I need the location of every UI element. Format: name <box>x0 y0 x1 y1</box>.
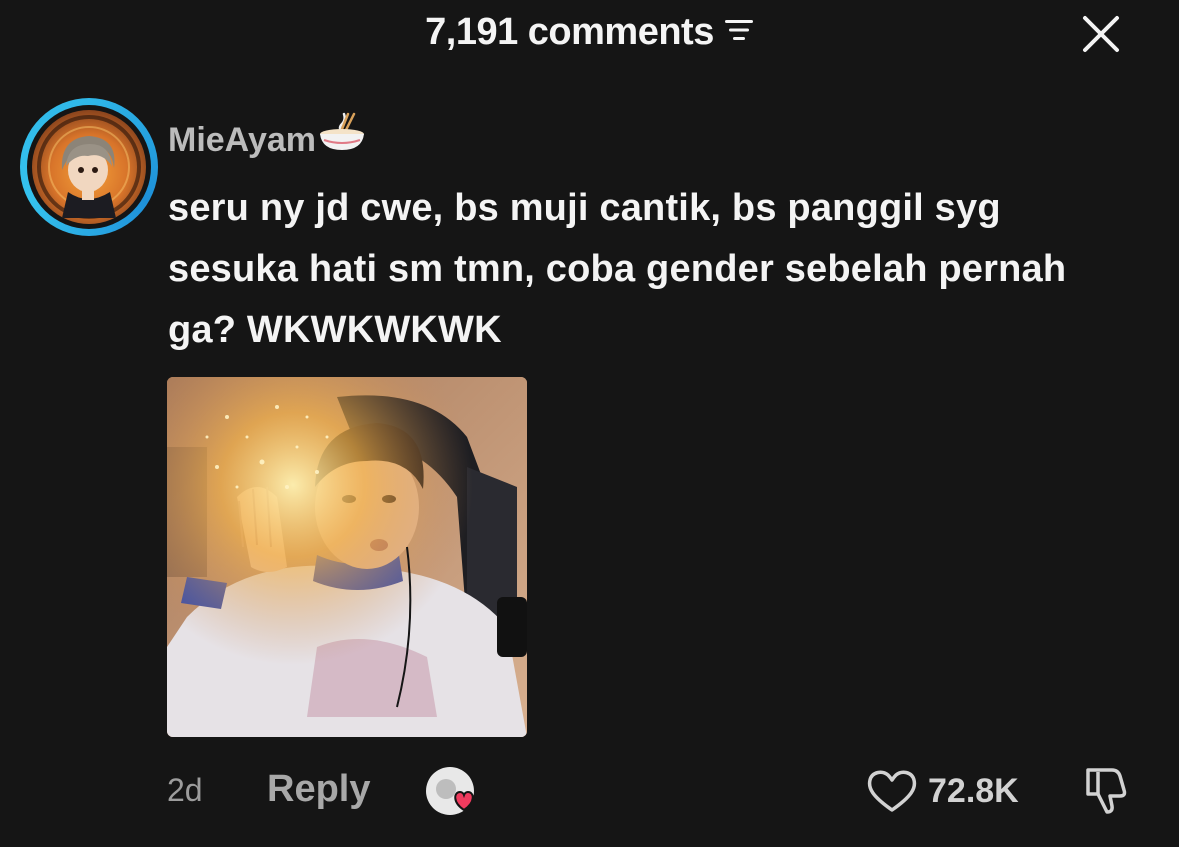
reply-button[interactable]: Reply <box>267 768 370 811</box>
thumbs-down-icon <box>1086 768 1127 814</box>
comment-username[interactable]: MieAyam <box>168 112 366 161</box>
comments-count-title: 7,191 comments <box>425 11 714 53</box>
comment-text: seru ny jd cwe, bs muji cantik, bs pangg… <box>168 187 1067 351</box>
username-text: MieAyam <box>168 120 317 159</box>
noodle-bowl-icon <box>318 112 366 161</box>
liked-by-creator-badge <box>424 764 484 818</box>
close-icon <box>1083 16 1119 52</box>
avatar-story-ring[interactable] <box>20 98 158 236</box>
dislike-button[interactable] <box>1078 762 1132 816</box>
comment-image[interactable] <box>167 377 527 737</box>
creator-heart-icon <box>426 767 474 815</box>
like-button[interactable]: 72.8K <box>866 764 1019 818</box>
heart-icon <box>867 770 917 812</box>
avatar[interactable] <box>32 110 146 224</box>
comment-actions-row: 2d Reply 72.8K <box>0 760 1179 820</box>
comments-panel: 7,191 comments MieAyam seru ny jd cwe, b… <box>0 0 1179 847</box>
comment-age: 2d <box>167 772 203 808</box>
close-button[interactable] <box>1081 14 1121 54</box>
comments-header[interactable]: 7,191 comments <box>0 10 1179 54</box>
sort-lines-icon[interactable] <box>724 9 754 53</box>
like-count: 72.8K <box>928 771 1019 810</box>
avatar-image <box>37 115 141 219</box>
comment-photo <box>167 377 527 737</box>
